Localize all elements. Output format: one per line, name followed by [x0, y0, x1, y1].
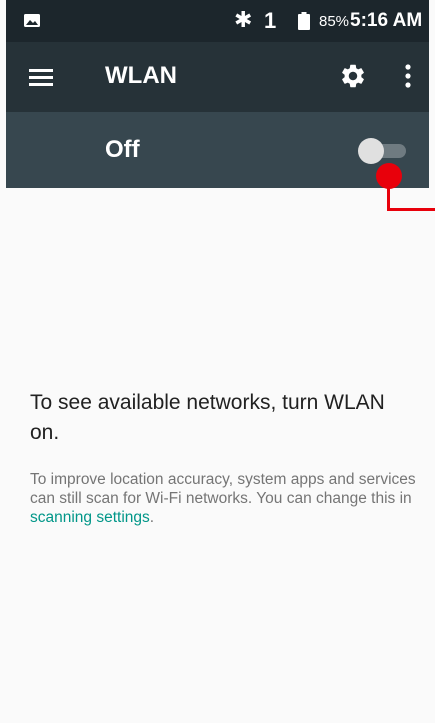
- overflow-menu-icon[interactable]: [402, 62, 414, 90]
- status-bar: ✱ 1 85% 5:16 AM: [6, 0, 429, 42]
- bluetooth-icon: ✱: [234, 8, 253, 33]
- battery-icon: [298, 12, 310, 30]
- wlan-switch-bar[interactable]: Off: [6, 112, 429, 188]
- empty-state-body-suffix: .: [149, 509, 155, 526]
- clock: 5:16 AM: [350, 10, 423, 31]
- sim-indicator: 1: [264, 8, 277, 33]
- page-title: WLAN: [105, 62, 177, 89]
- screen: ✱ 1 85% 5:16 AM WLAN Off To see availabl…: [0, 0, 435, 723]
- picture-notification-icon: [24, 14, 40, 27]
- empty-state-body: To improve location accuracy, system app…: [30, 470, 422, 527]
- annotation-line: [387, 178, 390, 211]
- gear-icon[interactable]: [339, 62, 367, 90]
- toolbar: WLAN: [6, 42, 429, 112]
- wlan-state-label: Off: [105, 136, 140, 163]
- empty-state-heading: To see available networks, turn WLAN on.: [30, 391, 385, 444]
- empty-state: To see available networks, turn WLAN on.…: [6, 188, 429, 723]
- menu-icon[interactable]: [28, 64, 54, 90]
- toggle-thumb: [358, 138, 384, 164]
- wlan-toggle[interactable]: [358, 138, 408, 164]
- scanning-settings-link[interactable]: scanning settings: [30, 509, 150, 526]
- annotation-line: [387, 208, 435, 211]
- empty-state-body-prefix: To improve location accuracy, system app…: [30, 471, 416, 507]
- battery-percent: 85%: [319, 13, 350, 30]
